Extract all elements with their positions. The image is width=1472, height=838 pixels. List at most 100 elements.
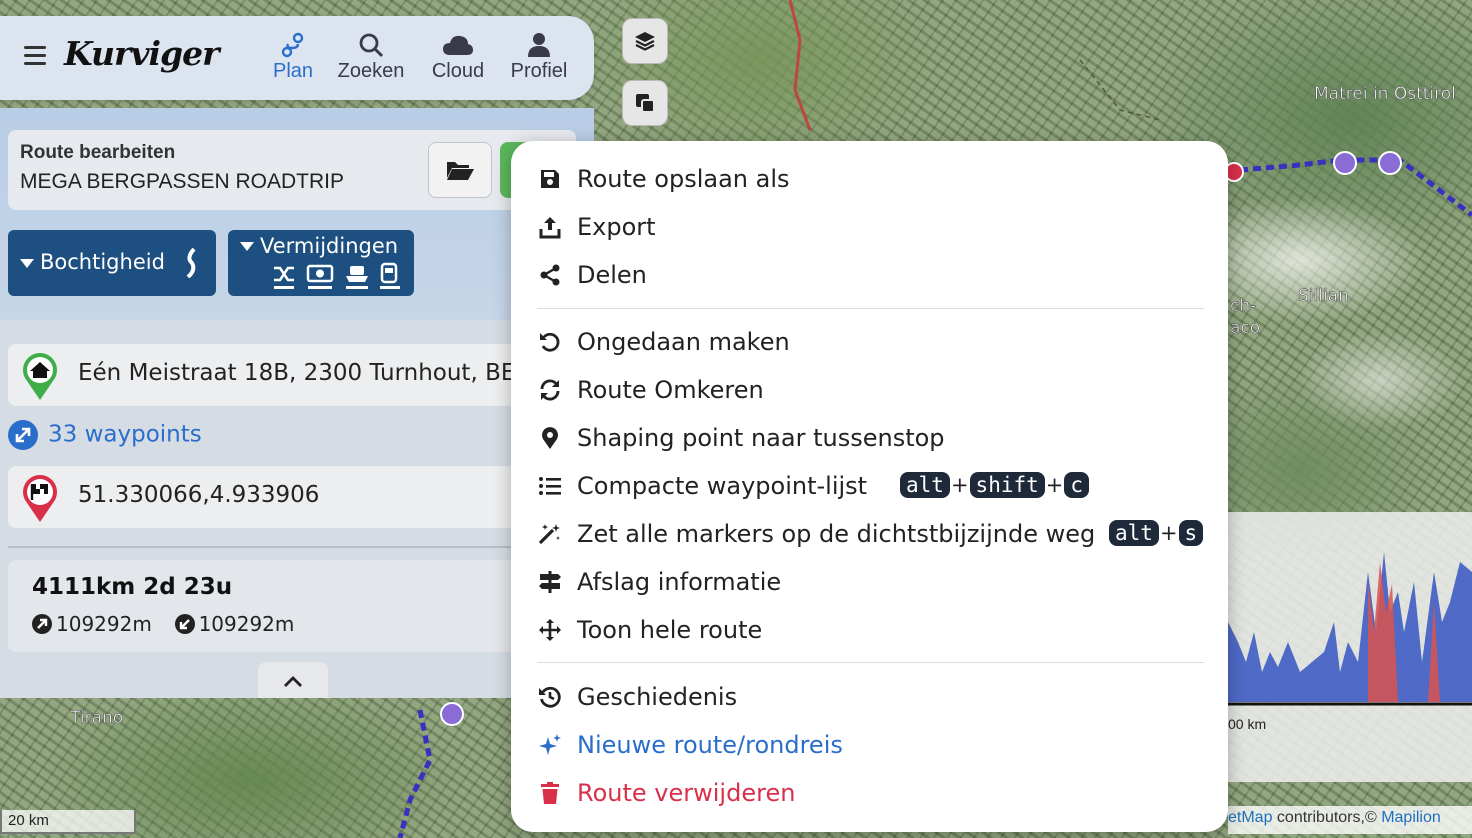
menu-save-as[interactable]: Route opslaan als bbox=[537, 159, 790, 199]
menu-item-label: Afslag informatie bbox=[577, 568, 782, 596]
save-icon bbox=[537, 166, 563, 192]
kbd-key: shift bbox=[969, 472, 1045, 498]
menu-share[interactable]: Delen bbox=[537, 255, 647, 295]
map-label: ch- bbox=[1230, 296, 1257, 317]
ascent-icon bbox=[32, 614, 52, 634]
start-waypoint[interactable]: Eén Meistraat 18B, 2300 Turnhout, BE bbox=[8, 344, 528, 406]
menu-icon[interactable] bbox=[24, 46, 46, 65]
train-icon bbox=[380, 262, 398, 284]
shortcut-snap-markers: alt + s bbox=[1109, 520, 1204, 546]
map-label: Tirano bbox=[70, 708, 124, 729]
start-address: Eén Meistraat 18B, 2300 Turnhout, BE bbox=[78, 360, 516, 386]
menu-history[interactable]: Geschiedenis bbox=[537, 677, 737, 717]
export-icon bbox=[537, 214, 563, 240]
search-icon bbox=[359, 33, 384, 58]
route-distance-duration: 4111km 2d 23u bbox=[32, 574, 233, 600]
layers-icon bbox=[635, 32, 655, 51]
nav-search[interactable]: Zoeken bbox=[333, 30, 409, 83]
caret-down-icon bbox=[20, 259, 34, 268]
magic-wand-icon bbox=[537, 521, 563, 547]
route-name[interactable]: MEGA BERGPASSEN ROADTRIP bbox=[20, 170, 344, 194]
overlay-icon bbox=[636, 94, 655, 113]
expand-icon bbox=[8, 420, 38, 450]
finish-pin-icon bbox=[23, 475, 57, 522]
elevation-profile[interactable] bbox=[1228, 512, 1472, 782]
menu-show-full-route[interactable]: Toon hele route bbox=[537, 610, 762, 650]
elevation-chart bbox=[1228, 552, 1472, 706]
location-pin-icon bbox=[537, 425, 563, 451]
menu-new-route[interactable]: Nieuwe route/rondreis bbox=[537, 725, 843, 765]
end-waypoint[interactable]: 51.330066,4.933906 bbox=[8, 466, 528, 528]
scale-bar: 20 km bbox=[0, 810, 136, 834]
map-label: Sillian bbox=[1298, 286, 1349, 307]
layers-button[interactable] bbox=[622, 18, 668, 64]
menu-item-label: Export bbox=[577, 213, 656, 241]
list-icon bbox=[537, 473, 563, 499]
elevation-axis-label: 00 km bbox=[1228, 716, 1267, 732]
menu-undo[interactable]: Ongedaan maken bbox=[537, 322, 790, 362]
avoidances-filter-button[interactable]: Vermijdingen bbox=[228, 230, 414, 296]
route-card-label: Route bearbeiten bbox=[20, 142, 176, 163]
waypoints-toggle[interactable]: 33 waypoints bbox=[8, 420, 202, 450]
shuffle-icon bbox=[274, 266, 294, 282]
route-context-menu: Route opslaan als Export Delen Ongedaan … bbox=[511, 141, 1228, 832]
curviness-filter-button[interactable]: Bochtigheid bbox=[8, 230, 216, 296]
end-coordinates: 51.330066,4.933906 bbox=[78, 482, 320, 508]
menu-delete-route[interactable]: Route verwijderen bbox=[537, 773, 795, 813]
reverse-icon bbox=[537, 377, 563, 403]
app-logo[interactable]: Kurviger bbox=[64, 34, 220, 73]
nav-label: Cloud bbox=[431, 60, 485, 82]
shortcut-compact-list: alt + shift + c bbox=[900, 472, 1090, 498]
menu-item-label: Route opslaan als bbox=[577, 165, 790, 193]
menu-export[interactable]: Export bbox=[537, 207, 656, 247]
toll-icon bbox=[306, 264, 334, 283]
nav-label: Zoeken bbox=[337, 60, 405, 82]
menu-item-label: Nieuwe route/rondreis bbox=[577, 731, 843, 759]
menu-item-label: Geschiedenis bbox=[577, 683, 738, 711]
ferry-icon bbox=[346, 266, 368, 282]
menu-shaping-to-stop[interactable]: Shaping point naar tussenstop bbox=[537, 418, 945, 458]
kbd-key: c bbox=[1064, 472, 1090, 498]
history-icon bbox=[537, 684, 563, 710]
menu-item-label: Compacte waypoint-lijst bbox=[577, 472, 868, 500]
menu-turn-info[interactable]: Afslag informatie bbox=[537, 562, 781, 602]
nav-profile[interactable]: Profiel bbox=[507, 30, 571, 83]
avoidances-label: Vermijdingen bbox=[260, 234, 399, 258]
nav-plan[interactable]: Plan bbox=[270, 30, 316, 83]
route-plan-icon bbox=[281, 32, 304, 58]
kbd-key: alt bbox=[900, 472, 950, 498]
cloud-icon bbox=[443, 35, 473, 55]
waypoints-count-label: 33 waypoints bbox=[48, 421, 202, 448]
collapse-panel-button[interactable] bbox=[258, 662, 328, 698]
overlay-button[interactable] bbox=[622, 80, 668, 126]
map-label: Matrei in Osttirol bbox=[1314, 84, 1456, 105]
map-label: aco bbox=[1230, 318, 1261, 339]
menu-snap-markers[interactable]: Zet alle markers op de dichtstbijzijnde … bbox=[537, 514, 1095, 554]
home-pin-icon bbox=[23, 353, 57, 400]
menu-separator bbox=[537, 308, 1204, 309]
sparkle-icon bbox=[537, 732, 563, 758]
menu-item-label: Delen bbox=[577, 261, 647, 289]
attribution-link[interactable]: Mapilion bbox=[1381, 809, 1441, 826]
nav-cloud[interactable]: Cloud bbox=[426, 30, 490, 83]
share-icon bbox=[537, 262, 563, 288]
menu-item-label: Shaping point naar tussenstop bbox=[577, 424, 945, 452]
menu-item-label: Toon hele route bbox=[577, 616, 763, 644]
route-panel: Route bearbeiten MEGA BERGPASSEN ROADTRI… bbox=[0, 108, 594, 698]
menu-compact-waypoint-list[interactable]: Compacte waypoint-lijst bbox=[537, 466, 867, 506]
attribution-link[interactable]: etMap bbox=[1228, 809, 1272, 826]
divider bbox=[8, 546, 528, 548]
caret-down-icon bbox=[240, 242, 254, 251]
elevation-stats: 109292m 109292m bbox=[32, 612, 294, 636]
move-arrows-icon bbox=[537, 617, 563, 643]
menu-item-label: Route Omkeren bbox=[577, 376, 764, 404]
menu-reverse-route[interactable]: Route Omkeren bbox=[537, 370, 764, 410]
ascent-value: 109292m bbox=[56, 612, 152, 636]
menu-item-label: Ongedaan maken bbox=[577, 328, 790, 356]
descent-icon bbox=[174, 614, 195, 634]
menu-item-label: Zet alle markers op de dichtstbijzijnde … bbox=[577, 520, 1096, 548]
open-route-button[interactable] bbox=[428, 142, 492, 198]
trash-icon bbox=[537, 780, 563, 806]
chevron-up-icon bbox=[284, 676, 302, 687]
route-stats[interactable]: 4111km 2d 23u 109292m 109292m bbox=[8, 560, 528, 652]
